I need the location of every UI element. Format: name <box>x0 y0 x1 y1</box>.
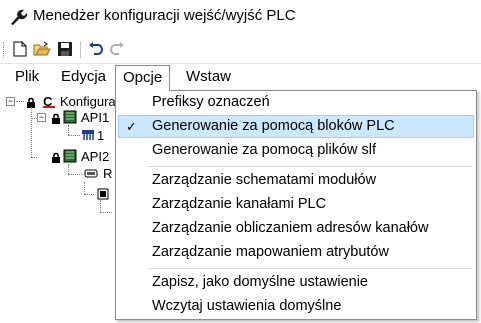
menu-item-label: Generowanie za pomocą bloków PLC <box>152 118 395 134</box>
redo-icon[interactable] <box>108 40 126 58</box>
title-bar: Menedżer konfiguracji wejść/wyjść PLC <box>0 0 481 34</box>
menu-item-schematy-modulow[interactable]: Zarządzanie schematami modułów <box>118 169 474 192</box>
svg-text:C: C <box>43 94 53 108</box>
menu-plik[interactable]: Plik <box>8 65 46 90</box>
menu-item-label: Zarządzanie kanałami PLC <box>152 196 327 212</box>
menu-item-generowanie-bloki-plc[interactable]: ✓ Generowanie za pomocą bloków PLC <box>118 115 474 138</box>
tree-root-label[interactable]: Konfigura <box>60 94 116 110</box>
menu-item-label: Zarządzanie mapowaniem atrybutów <box>152 244 389 260</box>
toolbar-grip[interactable] <box>3 42 5 58</box>
undo-icon[interactable] <box>87 40 105 58</box>
menu-bar: Plik Edycja Opcje Wstaw <box>0 65 481 91</box>
tree-expander[interactable]: − <box>37 113 46 122</box>
menu-item-label: Generowanie za pomocą plików slf <box>152 142 377 158</box>
menu-opcje[interactable]: Opcje <box>115 65 171 91</box>
menu-item-label: Wczytaj ustawienia domyślne <box>152 298 342 314</box>
tree-expander[interactable]: − <box>6 97 15 106</box>
menu-separator <box>148 166 472 167</box>
save-icon[interactable] <box>56 40 74 58</box>
toolbar <box>0 34 481 64</box>
menu-item-label: Zapisz, jako domyślne ustawienie <box>152 274 368 290</box>
tree-api2-label[interactable]: API2 <box>81 149 109 165</box>
open-folder-icon[interactable] <box>33 40 51 58</box>
menu-wstaw[interactable]: Wstaw <box>179 65 238 90</box>
menu-item-adresy-kanalow[interactable]: Zarządzanie obliczaniem adresów kanałów <box>118 217 474 240</box>
menu-item-label: Zarządzanie obliczaniem adresów kanałów <box>152 220 429 236</box>
app-icon <box>8 8 28 26</box>
new-document-icon[interactable] <box>11 40 29 58</box>
menu-item-wczytaj-domyslne[interactable]: Wczytaj ustawienia domyślne <box>118 295 474 318</box>
tree-api1-label[interactable]: API1 <box>81 110 109 126</box>
menu-item-label: Prefiksy oznaczeń <box>152 94 270 110</box>
menu-item-kanaly-plc[interactable]: Zarządzanie kanałami PLC <box>118 193 474 216</box>
submodule-icon <box>96 187 110 201</box>
menu-item-prefiksy[interactable]: Prefiksy oznaczeń <box>118 91 474 114</box>
lock-icon <box>26 96 40 110</box>
configuration-icon: C <box>42 94 56 109</box>
tree-api1-child-label[interactable]: 1 <box>97 128 104 144</box>
check-icon: ✓ <box>126 119 137 134</box>
opcje-dropdown-menu: Prefiksy oznaczeń ✓ Generowanie za pomoc… <box>115 90 477 320</box>
tree-api2-child-label[interactable]: R <box>103 166 112 182</box>
menu-edycja[interactable]: Edycja <box>54 65 113 90</box>
menu-separator <box>148 268 472 269</box>
rack-icon <box>84 167 98 181</box>
menu-item-label: Zarządzanie schematami modułów <box>152 172 377 188</box>
menu-item-generowanie-pliki-slf[interactable]: Generowanie za pomocą plików slf <box>118 139 474 162</box>
menu-item-zapisz-domyslne[interactable]: Zapisz, jako domyślne ustawienie <box>118 271 474 294</box>
plc-module-icon <box>63 149 77 163</box>
plc-module-icon <box>63 110 77 124</box>
io-channels-icon <box>81 128 95 142</box>
window-title: Menedżer konfiguracji wejść/wyjść PLC <box>33 7 296 24</box>
menu-item-mapowanie-atrybutow[interactable]: Zarządzanie mapowaniem atrybutów <box>118 241 474 264</box>
toolbar-separator <box>80 41 81 58</box>
